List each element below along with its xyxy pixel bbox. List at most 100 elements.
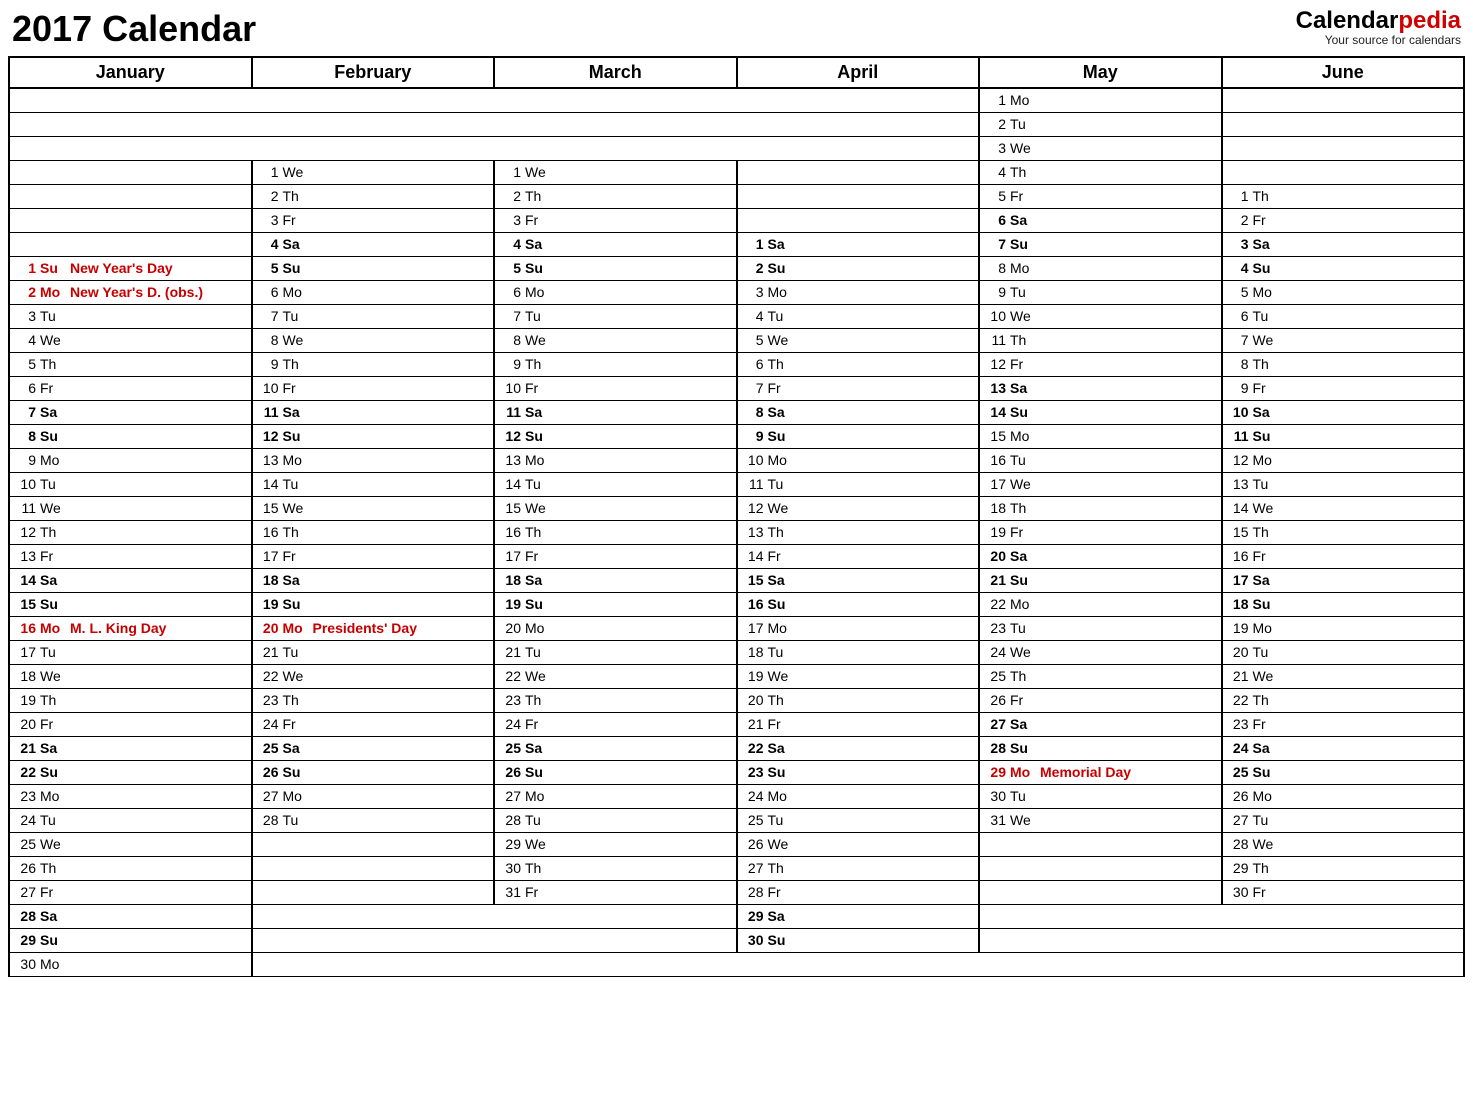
- day-number: 27: [16, 884, 36, 900]
- day-of-week: Th: [768, 356, 794, 372]
- day-cell: 14Tu: [252, 472, 495, 496]
- day-of-week: Sa: [283, 404, 309, 420]
- day-cell: 12Su: [494, 424, 737, 448]
- day-of-week: Su: [525, 596, 551, 612]
- day-of-week: Th: [40, 356, 66, 372]
- day-cell: 14Su: [979, 400, 1222, 424]
- day-of-week: Su: [283, 764, 309, 780]
- day-number: 8: [259, 332, 279, 348]
- day-cell: 29We: [494, 832, 737, 856]
- day-cell: 18Tu: [737, 640, 980, 664]
- day-cell: 29Sa: [737, 904, 980, 928]
- day-cell: 17Sa: [1222, 568, 1465, 592]
- day-cell: 10Fr: [252, 376, 495, 400]
- day-cell: 15We: [252, 496, 495, 520]
- day-cell: 23Th: [494, 688, 737, 712]
- day-of-week: Th: [525, 524, 551, 540]
- day-cell: 2MoNew Year's D. (obs.): [9, 280, 252, 304]
- day-number: 13: [986, 380, 1006, 396]
- day-cell: 31We: [979, 808, 1222, 832]
- day-number: 30: [744, 932, 764, 948]
- day-of-week: We: [1010, 812, 1036, 828]
- day-number: 23: [501, 692, 521, 708]
- day-number: 25: [16, 836, 36, 852]
- month-header: April: [737, 57, 980, 88]
- day-of-week: Th: [525, 188, 551, 204]
- day-number: 4: [986, 164, 1006, 180]
- day-number: 17: [501, 548, 521, 564]
- day-number: 3: [259, 212, 279, 228]
- day-of-week: Su: [525, 260, 551, 276]
- day-cell: [979, 904, 1464, 928]
- day-of-week: Th: [1253, 692, 1279, 708]
- day-number: 18: [501, 572, 521, 588]
- day-cell: 27Th: [737, 856, 980, 880]
- day-number: 19: [744, 668, 764, 684]
- day-cell: 3Tu: [9, 304, 252, 328]
- day-cell: 12Mo: [1222, 448, 1465, 472]
- day-of-week: Th: [525, 860, 551, 876]
- day-of-week: We: [768, 500, 794, 516]
- day-of-week: Th: [768, 692, 794, 708]
- day-cell: 5Th: [9, 352, 252, 376]
- day-number: 6: [744, 356, 764, 372]
- day-number: 19: [501, 596, 521, 612]
- day-cell: 18Th: [979, 496, 1222, 520]
- day-of-week: Fr: [1010, 692, 1036, 708]
- brand-name-part2: pedia: [1398, 7, 1461, 34]
- day-of-week: Sa: [40, 404, 66, 420]
- day-cell: 25Su: [1222, 760, 1465, 784]
- day-of-week: Fr: [40, 884, 66, 900]
- day-number: 29: [501, 836, 521, 852]
- day-of-week: Tu: [40, 476, 66, 492]
- day-of-week: Th: [283, 356, 309, 372]
- holiday-label: New Year's D. (obs.): [70, 284, 245, 300]
- day-cell: 13Mo: [494, 448, 737, 472]
- day-number: 30: [501, 860, 521, 876]
- day-number: 22: [259, 668, 279, 684]
- day-of-week: Th: [1253, 860, 1279, 876]
- day-cell: 12Fr: [979, 352, 1222, 376]
- holiday-label: M. L. King Day: [70, 620, 245, 636]
- day-cell: 4Su: [1222, 256, 1465, 280]
- day-number: 7: [501, 308, 521, 324]
- day-of-week: Mo: [768, 284, 794, 300]
- day-cell: 1Sa: [737, 232, 980, 256]
- day-number: 4: [16, 332, 36, 348]
- day-of-week: Su: [1253, 260, 1279, 276]
- day-number: 11: [1229, 428, 1249, 444]
- day-cell: [9, 232, 252, 256]
- day-number: 6: [501, 284, 521, 300]
- day-number: 20: [986, 548, 1006, 564]
- day-cell: 29Su: [9, 928, 252, 952]
- day-number: 7: [986, 236, 1006, 252]
- day-number: 12: [1229, 452, 1249, 468]
- day-number: 10: [259, 380, 279, 396]
- day-number: 26: [744, 836, 764, 852]
- day-of-week: Sa: [768, 740, 794, 756]
- day-number: 10: [501, 380, 521, 396]
- day-of-week: Th: [283, 524, 309, 540]
- day-cell: 3Mo: [737, 280, 980, 304]
- day-number: 15: [501, 500, 521, 516]
- day-cell: 26We: [737, 832, 980, 856]
- day-of-week: Su: [768, 260, 794, 276]
- day-of-week: Tu: [768, 476, 794, 492]
- day-number: 31: [501, 884, 521, 900]
- day-number: 21: [1229, 668, 1249, 684]
- day-of-week: Su: [1253, 428, 1279, 444]
- day-number: 3: [1229, 236, 1249, 252]
- day-cell: 15Mo: [979, 424, 1222, 448]
- day-cell: 28Su: [979, 736, 1222, 760]
- day-of-week: Tu: [768, 644, 794, 660]
- day-number: 26: [986, 692, 1006, 708]
- day-cell: 9Fr: [1222, 376, 1465, 400]
- day-cell: 9Th: [252, 352, 495, 376]
- day-number: 24: [1229, 740, 1249, 756]
- day-cell: [9, 88, 979, 112]
- day-cell: 25Sa: [494, 736, 737, 760]
- day-of-week: Sa: [40, 908, 66, 924]
- day-cell: 18Sa: [494, 568, 737, 592]
- day-of-week: Th: [40, 692, 66, 708]
- day-number: 20: [1229, 644, 1249, 660]
